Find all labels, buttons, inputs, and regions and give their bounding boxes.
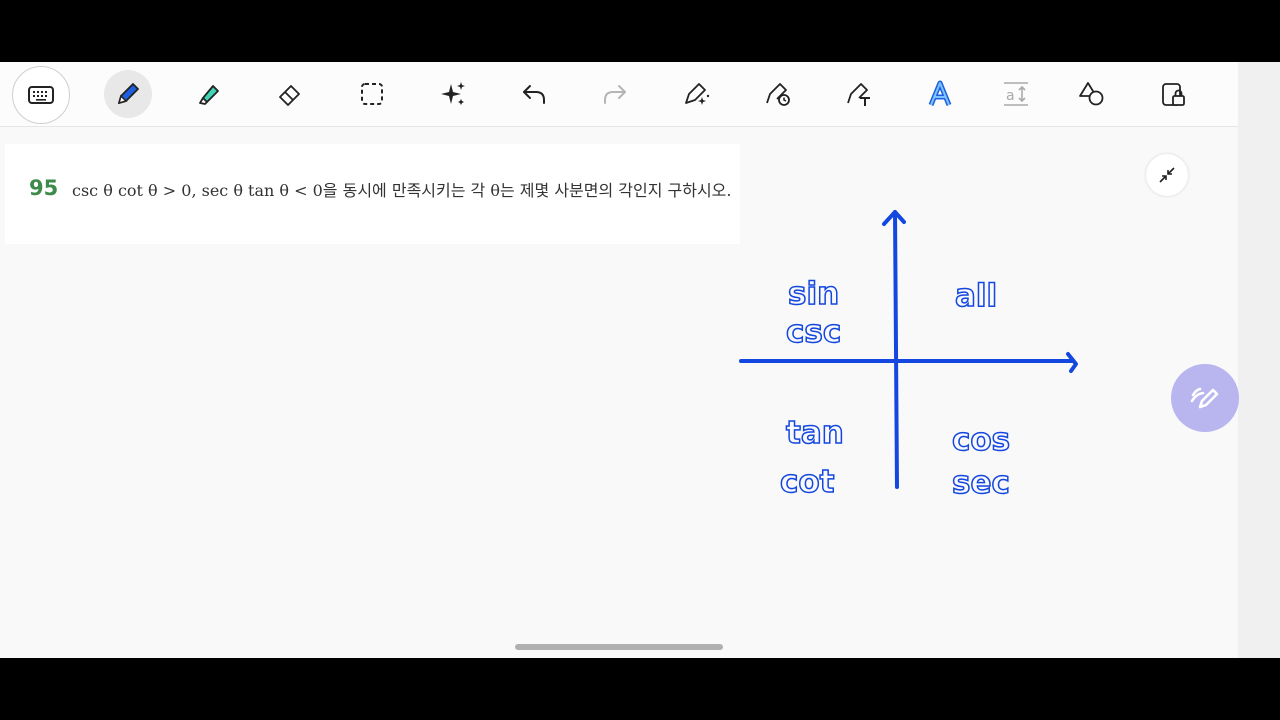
q4-label-cos: cos xyxy=(952,422,1010,458)
note-app: a 95 csc θ cot θ > 0, sec θ tan θ < 0을 동… xyxy=(0,62,1280,658)
quadrant-4-labels: cos sec xyxy=(951,421,1011,502)
q2-label-sin: sin xyxy=(788,276,839,312)
handwriting-canvas[interactable]: sin csc all tan cot cos sec xyxy=(0,62,1238,658)
quadrant-3-labels: tan cot xyxy=(779,414,844,501)
quadrant-2-labels: sin csc xyxy=(785,275,842,351)
q1-label-all: all xyxy=(955,278,997,314)
q3-label-tan: tan xyxy=(786,415,844,451)
y-axis-stroke xyxy=(893,210,899,489)
side-margin xyxy=(1238,62,1280,658)
horizontal-scrollbar[interactable] xyxy=(515,644,723,650)
q2-label-csc: csc xyxy=(786,314,841,350)
pencil-wave-icon xyxy=(1190,387,1219,409)
floating-pen-button[interactable] xyxy=(1171,364,1239,432)
q3-label-cot: cot xyxy=(780,464,835,500)
quadrant-1-labels: all xyxy=(954,277,998,315)
q4-label-sec: sec xyxy=(952,465,1010,501)
